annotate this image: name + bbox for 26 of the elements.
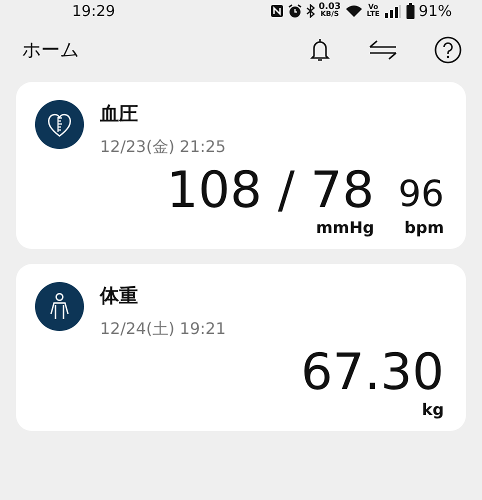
- record-date: 12/24(土) 19:21: [100, 318, 226, 340]
- reading-value: 67.30: [300, 345, 444, 399]
- bluetooth-icon: [306, 4, 315, 18]
- record-card[interactable]: 体重 12/24(土) 19:21 67.30 kg: [16, 264, 466, 431]
- unit-label: mmHg: [316, 217, 374, 239]
- card-title: 血圧: [100, 102, 139, 126]
- unit-label: bpm: [404, 217, 444, 239]
- unit-label: kg: [422, 399, 444, 421]
- card-title: 体重: [100, 284, 139, 308]
- clock-time: 19:29: [72, 0, 116, 22]
- bell-icon[interactable]: [308, 37, 332, 63]
- alarm-icon: [288, 4, 302, 18]
- help-icon[interactable]: [434, 36, 462, 64]
- signal-icon: [384, 4, 402, 18]
- battery-level: 91%: [418, 0, 452, 22]
- person-icon: [35, 282, 84, 331]
- reading-value: 96: [398, 173, 444, 217]
- nfc-icon: [270, 4, 284, 18]
- network-speed: 0.03: [318, 4, 341, 11]
- page-title: ホーム: [22, 38, 79, 63]
- record-card[interactable]: 血圧 12/23(金) 21:25 108 / 78 mmHg 96 bpm: [16, 82, 466, 249]
- wifi-icon: [344, 4, 363, 18]
- battery-icon: [406, 3, 415, 19]
- reading-value: 108 / 78: [166, 163, 374, 217]
- swap-arrows-icon[interactable]: [368, 38, 398, 62]
- record-date: 12/23(金) 21:25: [100, 136, 226, 158]
